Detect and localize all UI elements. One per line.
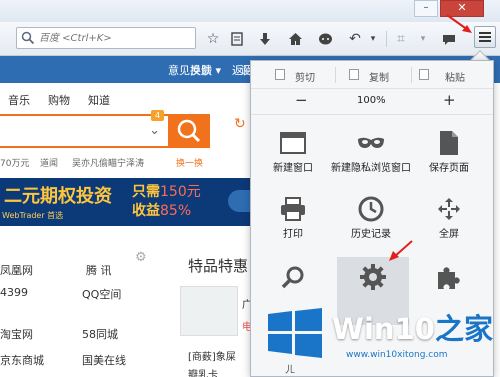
paste-button[interactable]: 粘贴 (445, 69, 465, 84)
watermark-url: www.win10xitong.com (346, 350, 448, 360)
crop-dropdown-icon[interactable]: ▾ (414, 30, 432, 48)
private-mask-icon (357, 129, 385, 157)
annotation-arrow-icon (389, 240, 413, 261)
banner-line2-prefix: 收益 (132, 203, 160, 219)
search-category-tabs: 音乐 购物 知道 (0, 83, 260, 109)
tab-shopping[interactable]: 购物 (48, 92, 70, 108)
addons-puzzle-icon (435, 263, 463, 291)
refresh-link[interactable]: 换一换 (176, 156, 203, 169)
fullscreen-item[interactable]: 全屏 (413, 189, 485, 257)
banner-line1: 只需150元 (132, 181, 201, 201)
product-image[interactable] (180, 286, 238, 336)
refresh-icon[interactable]: ↻ (234, 116, 246, 132)
chat-bubble-icon[interactable] (316, 30, 334, 48)
menu-item-label: 保存页面 (429, 163, 469, 174)
zoom-out-button[interactable]: − (295, 91, 308, 109)
banner-headline: 二元期权投资 (4, 186, 112, 207)
print-item[interactable]: 打印 (257, 189, 329, 257)
new-window-icon (279, 129, 307, 157)
back-arrow-icon[interactable]: ↶ (346, 30, 364, 48)
bookmark-star-icon[interactable]: ☆ (204, 30, 222, 48)
hamburger-bar (479, 36, 491, 38)
product-text[interactable]: [商薮]象屎 (188, 348, 236, 363)
save-page-icon (435, 129, 463, 157)
crop-icon[interactable]: ⌗ (392, 30, 410, 48)
zoom-controls-row: − 100% + (251, 89, 493, 115)
notification-badge: 4 (151, 110, 164, 121)
hot-item[interactable]: 道闻 (40, 156, 58, 169)
gear-icon[interactable]: ⚙ (135, 250, 147, 265)
search-bar[interactable] (16, 27, 196, 49)
banner-line1-value: 150元 (160, 184, 201, 200)
watermark-title-zh: 之家 (434, 312, 493, 346)
browser-toolbar: ☆ ↶ ▾ ⌗ ▾ (0, 22, 500, 56)
dropdown-arrow-icon[interactable]: ▾ (364, 30, 382, 48)
search-icon (279, 263, 307, 291)
tab-music[interactable]: 音乐 (8, 92, 30, 108)
new-window-item[interactable]: 新建窗口 (257, 123, 329, 191)
site-directory: 凤凰网 腾 讯 4399 QQ空间 淘宝网 58同城 京东商城 国美在线 (0, 248, 160, 377)
product-text[interactable]: 瓣乳卡 (188, 366, 218, 377)
home-icon[interactable] (286, 30, 304, 48)
search-engine-icon (21, 31, 35, 45)
ad-banner[interactable]: 二元期权投资 只需150元 收益85% WebTrader 首选 (0, 178, 260, 226)
banner-line1-prefix: 只需 (132, 184, 160, 200)
watermark-title: Win10之家 (332, 306, 493, 348)
zoom-reset-button[interactable]: 100% (357, 95, 386, 106)
main-search-input[interactable]: ⌄ (0, 114, 168, 148)
annotation-arrow-icon (446, 14, 472, 33)
search-icon (177, 119, 201, 143)
print-icon (279, 195, 307, 223)
banner-brand: WebTrader 首选 (2, 211, 64, 220)
private-window-item[interactable]: 新建隐私浏览窗口 (331, 123, 411, 191)
download-icon[interactable] (256, 30, 274, 48)
paste-icon (419, 69, 429, 80)
watermark-title-en: Win10 (332, 312, 435, 346)
hot-item[interactable]: 吴亦凡偷瞄宁泽涛 (72, 156, 144, 169)
main-search-button[interactable] (168, 114, 210, 148)
hot-item[interactable]: 70万元 (0, 156, 29, 169)
section-title: 特品特惠 (188, 257, 249, 275)
menu-item-label: 新建隐私浏览窗口 (331, 163, 411, 174)
site-link[interactable]: 4399 (0, 286, 28, 299)
hamburger-bar (479, 40, 491, 42)
edit-divider (335, 67, 336, 83)
copy-button[interactable]: 复制 (369, 69, 389, 84)
zoom-in-button[interactable]: + (443, 91, 456, 109)
toolbar-divider (386, 31, 387, 47)
site-link[interactable]: 腾 讯 (86, 262, 112, 278)
banner-line2: 收益85% (132, 200, 191, 220)
reader-list-icon[interactable] (228, 30, 246, 48)
site-link[interactable]: QQ空间 (82, 286, 121, 302)
edit-divider (411, 67, 412, 83)
watermark: Win10之家 www.win10xitong.com (266, 306, 496, 370)
cut-icon (275, 69, 285, 80)
history-icon (357, 195, 385, 223)
fullscreen-icon (435, 195, 463, 223)
site-link[interactable]: 58同城 (82, 326, 118, 342)
settings-gear-icon (359, 263, 387, 291)
menu-item-label: 打印 (283, 229, 303, 240)
banner-line2-value: 85% (160, 203, 192, 219)
search-input[interactable] (39, 30, 189, 46)
save-page-item[interactable]: 保存页面 (413, 123, 485, 191)
site-link[interactable]: 凤凰网 (0, 262, 33, 278)
minimize-button[interactable]: – (414, 0, 438, 17)
open-menu-button[interactable] (474, 26, 496, 48)
edit-controls-row: 剪切 复制 粘贴 (251, 61, 493, 89)
windows-logo-icon (268, 308, 322, 358)
menu-item-label: 全屏 (439, 229, 459, 240)
chevron-down-icon[interactable]: ⌄ (149, 123, 160, 138)
copy-icon (349, 69, 359, 80)
nav-skin[interactable]: 换肤 ▾ (190, 62, 221, 78)
cut-button[interactable]: 剪切 (295, 69, 315, 84)
site-link[interactable]: 淘宝网 (0, 326, 33, 342)
tab-zhidao[interactable]: 知道 (88, 92, 110, 108)
site-link[interactable]: 国美在线 (82, 352, 126, 368)
hamburger-bar (479, 32, 491, 34)
site-link[interactable]: 京东商城 (0, 352, 44, 368)
menu-item-label: 新建窗口 (273, 163, 313, 174)
